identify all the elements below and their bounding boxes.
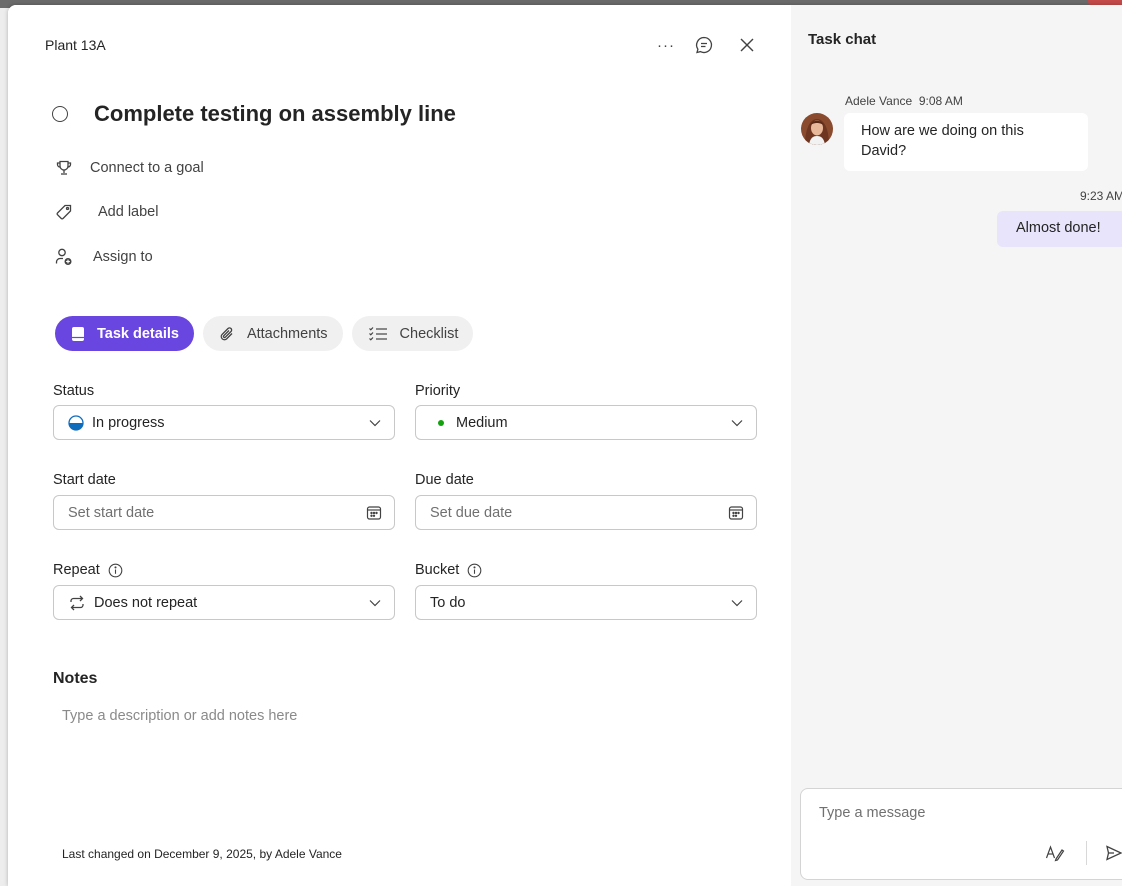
chat-icon [695,36,713,54]
task-tabs: Task details Attachments Checklist [55,316,474,351]
in-progress-icon [68,414,84,431]
task-details-dialog: Plant 13A ··· Complete testing on assemb… [8,5,1122,886]
bucket-value: To do [430,594,466,611]
start-date-label: Start date [53,472,116,488]
due-date-label-text: Due date [415,472,474,488]
chevron-down-icon [368,416,382,430]
format-text-button[interactable] [1041,839,1069,867]
repeat-label-text: Repeat [53,562,100,578]
message-time: 9:08 AM [918,94,963,108]
start-date-placeholder: Set start date [68,504,155,521]
start-date-label-text: Start date [53,472,116,488]
complete-task-checkbox[interactable] [52,106,68,122]
tab-task-details[interactable]: Task details [55,316,194,351]
close-icon [740,38,754,52]
add-person-icon [54,247,74,267]
due-date-placeholder: Set due date [430,504,513,521]
bucket-label-text: Bucket [415,562,460,578]
chevron-down-icon [368,596,382,610]
add-label-row[interactable]: Add label [54,202,158,222]
connect-goal-row[interactable]: Connect to a goal [54,158,204,178]
info-icon[interactable] [108,563,123,578]
more-options-button[interactable]: ··· [652,31,680,59]
due-date-field[interactable]: Set due date [415,495,757,530]
task-chat-button[interactable] [690,31,718,59]
send-icon [1106,845,1122,861]
format-text-icon [1045,845,1065,862]
task-title-row: Complete testing on assembly line [52,101,456,127]
repeat-value: Does not repeat [94,594,198,611]
chevron-down-icon [730,596,744,610]
task-title[interactable]: Complete testing on assembly line [94,101,456,127]
info-icon[interactable] [467,563,482,578]
notes-input[interactable]: Type a description or add notes here [53,705,753,805]
repeat-label: Repeat [53,562,123,578]
outgoing-message-time: 9:23 AM [1079,189,1122,203]
tab-label: Attachments [246,325,328,342]
chevron-down-icon [730,416,744,430]
connect-goal-label: Connect to a goal [90,160,204,176]
assign-to-label: Assign to [93,249,153,265]
checklist-icon [368,326,388,342]
task-chat-title: Task chat [808,31,877,48]
tab-attachments[interactable]: Attachments [202,316,343,351]
trophy-icon [54,158,74,178]
priority-dropdown[interactable]: Medium [415,405,757,440]
tab-label: Checklist [399,325,459,342]
priority-value: Medium [456,414,508,431]
priority-dot-icon [438,419,444,426]
plan-name[interactable]: Plant 13A [45,37,106,53]
repeat-icon [68,595,86,611]
outgoing-message-bubble: Almost done! [997,211,1122,247]
last-changed-text: Last changed on December 9, 2025, by Ade… [62,847,342,861]
status-dropdown[interactable]: In progress [53,405,395,440]
notes-heading: Notes [53,670,98,687]
incoming-message-bubble: How are we doing on this David? [844,113,1088,172]
bucket-dropdown[interactable]: To do [415,585,757,620]
calendar-icon[interactable] [728,505,744,521]
tag-icon [54,202,74,222]
due-date-label: Due date [415,472,474,488]
task-chat-pane: Task chat Adele Vance 9:08 AM How are we… [791,5,1122,886]
repeat-dropdown[interactable]: Does not repeat [53,585,395,620]
paperclip-icon [219,326,235,342]
close-button[interactable] [733,31,761,59]
status-label-text: Status [53,383,95,399]
tab-label: Task details [97,325,179,342]
start-date-field[interactable]: Set start date [53,495,395,530]
calendar-icon[interactable] [366,505,382,521]
add-label-label: Add label [98,204,159,220]
task-main-pane: Plant 13A ··· Complete testing on assemb… [8,5,791,886]
message-meta: Adele Vance 9:08 AM [845,94,963,108]
status-value: In progress [92,414,165,431]
assign-to-row[interactable]: Assign to [54,247,153,267]
message-compose-box: Type a message [800,788,1122,880]
more-icon: ··· [657,36,675,54]
message-input[interactable]: Type a message [819,805,925,821]
notebook-icon [71,326,85,342]
avatar[interactable] [801,113,833,145]
tab-checklist[interactable]: Checklist [351,316,474,351]
send-button[interactable] [1100,839,1122,867]
status-label: Status [53,383,94,399]
priority-label: Priority [415,383,460,399]
bucket-label: Bucket [415,562,482,578]
message-author: Adele Vance [845,94,913,108]
priority-label-text: Priority [415,383,461,399]
compose-divider [1086,841,1087,865]
